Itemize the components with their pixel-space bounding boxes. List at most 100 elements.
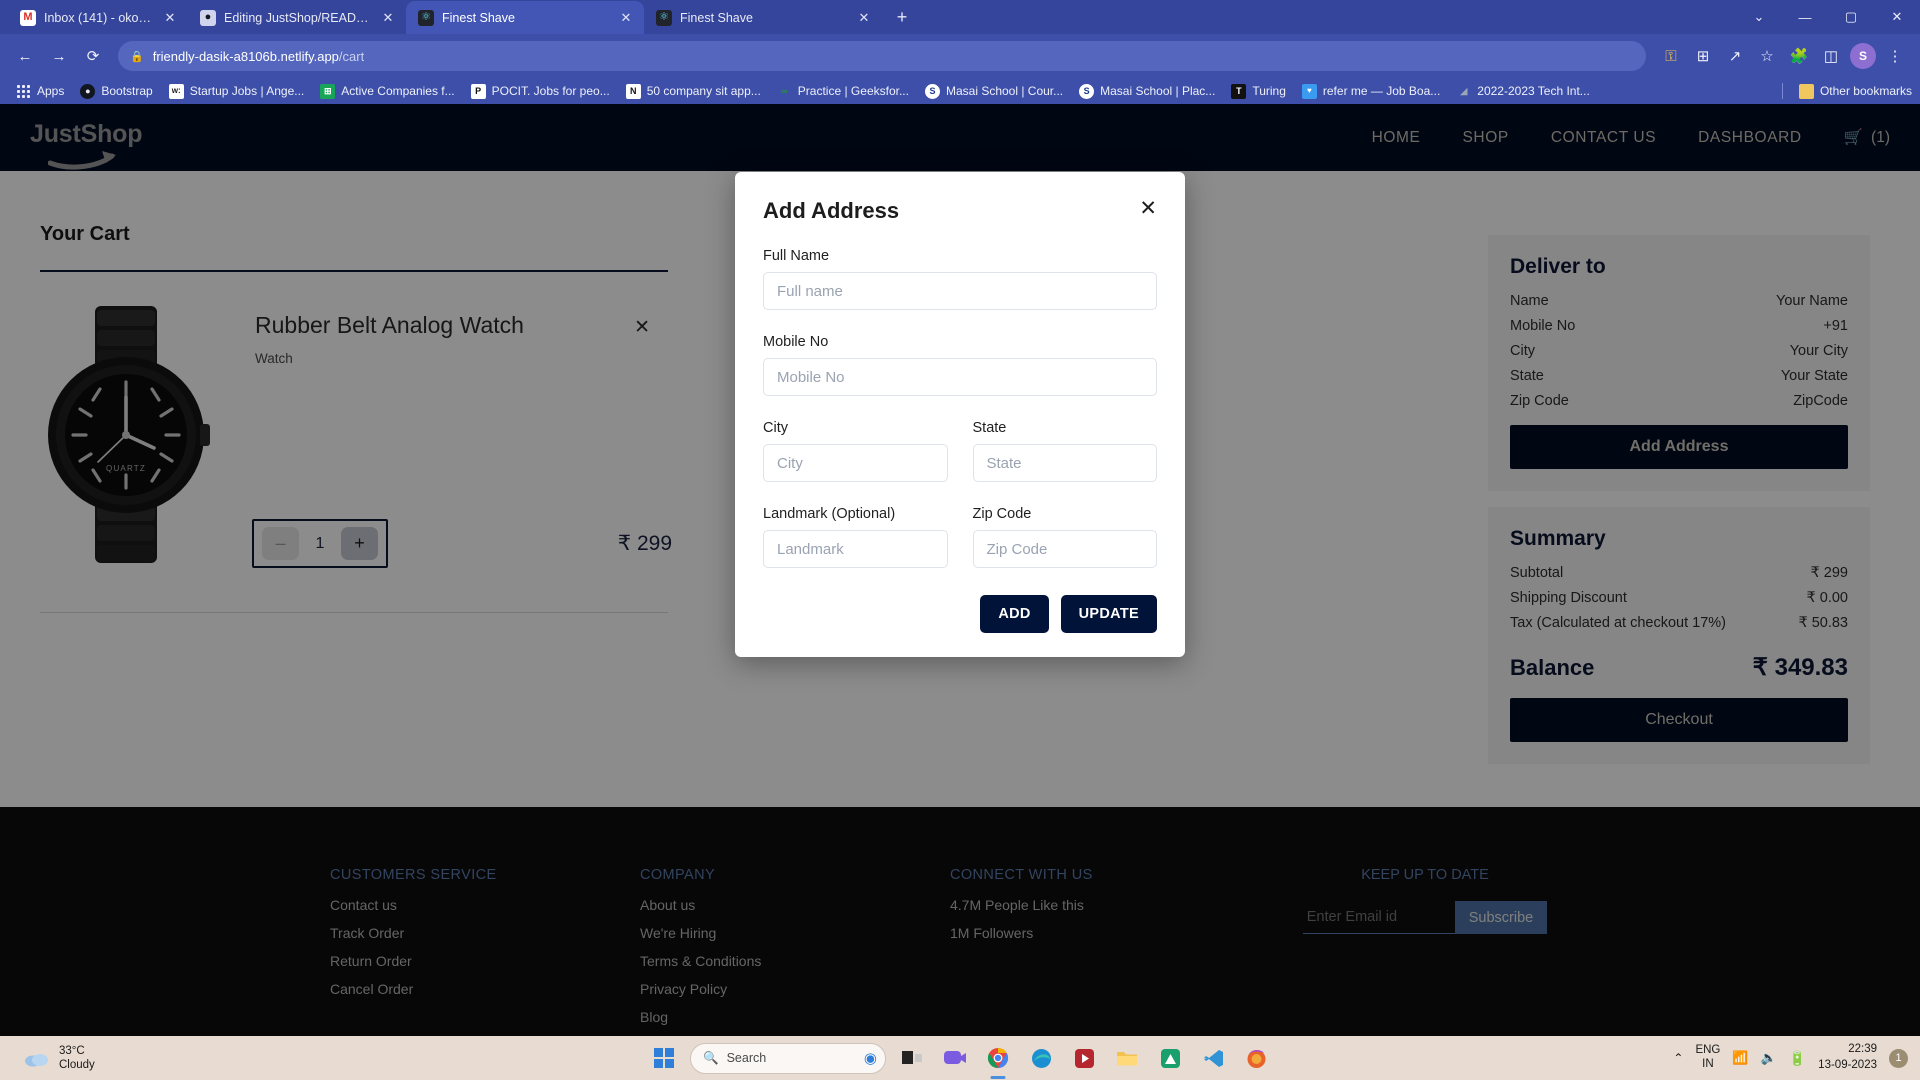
- cloud-icon: [25, 1054, 48, 1067]
- system-tray: ⌃ ENG IN 📶 🔈 🔋 22:39 13-09-2023 1: [1673, 1042, 1908, 1073]
- address-bar[interactable]: 🔒 friendly-dasik-a8106b.netlify.app/cart: [118, 41, 1646, 71]
- sheets-icon: ⊞: [320, 83, 336, 99]
- volume-icon[interactable]: 🔈: [1761, 1050, 1777, 1066]
- url-host: friendly-dasik-a8106b.netlify.app: [152, 48, 339, 64]
- window-controls: ⌄ — ▢ ✕: [1736, 0, 1920, 34]
- bookmark-startup-jobs[interactable]: w: Startup Jobs | Ange...: [161, 80, 313, 102]
- close-icon[interactable]: ✕: [618, 10, 634, 26]
- bookmark-50-company[interactable]: N 50 company sit app...: [618, 80, 769, 102]
- browser-tab-1[interactable]: M Inbox (141) - okosama06@gmail. ✕: [8, 1, 188, 34]
- apps-grid-icon: [16, 84, 31, 99]
- bookmark-label: Turing: [1252, 84, 1286, 98]
- browser-tab-3[interactable]: ⚛ Finest Shave ✕: [406, 1, 644, 34]
- lock-icon: 🔒: [130, 50, 144, 63]
- new-tab-button[interactable]: +: [888, 3, 916, 31]
- toolbar-actions: ⚿ ⊞ ↗ ☆ 🧩 ◫ S ⋮: [1656, 41, 1910, 71]
- add-button[interactable]: ADD: [980, 595, 1049, 633]
- back-icon[interactable]: ←: [10, 41, 40, 71]
- landmark-field[interactable]: [763, 530, 948, 568]
- share-icon[interactable]: ↗: [1720, 41, 1750, 71]
- other-bookmarks-button[interactable]: Other bookmarks: [1791, 80, 1912, 102]
- taskbar-weather-widget[interactable]: 33°C Cloudy: [0, 1044, 95, 1073]
- install-icon[interactable]: ⊞: [1688, 41, 1718, 71]
- bookmark-masai-placement[interactable]: S Masai School | Plac...: [1071, 80, 1223, 102]
- geeksforgeeks-icon: ∞: [781, 85, 788, 96]
- chrome-icon[interactable]: [981, 1041, 1015, 1075]
- city-field[interactable]: [763, 444, 948, 482]
- react-icon: ⚛: [418, 9, 434, 26]
- bookmark-masai-courses[interactable]: S Masai School | Cour...: [917, 80, 1071, 102]
- star-icon[interactable]: ☆: [1752, 41, 1782, 71]
- github-icon: ●: [200, 9, 216, 26]
- xbox-icon[interactable]: [1153, 1041, 1187, 1075]
- bookmark-tech-internships[interactable]: ◢ 2022-2023 Tech Int...: [1448, 80, 1598, 102]
- other-bookmarks-label: Other bookmarks: [1819, 84, 1912, 98]
- bookmark-label: Bootstrap: [101, 84, 153, 98]
- full-name-field[interactable]: [763, 272, 1157, 310]
- browser-tab-2[interactable]: ● Editing JustShop/README.md at ✕: [188, 1, 406, 34]
- windows-start-icon[interactable]: [647, 1041, 681, 1075]
- minimize-button[interactable]: —: [1782, 0, 1828, 34]
- notification-badge[interactable]: 1: [1889, 1048, 1908, 1068]
- landmark-zip-row: Landmark (Optional) Zip Code: [763, 482, 1157, 568]
- modal-actions: ADD UPDATE: [763, 595, 1157, 633]
- bookmark-apps[interactable]: Apps: [8, 80, 72, 102]
- close-icon[interactable]: ✕: [856, 10, 872, 26]
- mobile-no-field[interactable]: [763, 358, 1157, 396]
- vscode-icon[interactable]: [1196, 1041, 1230, 1075]
- battery-icon[interactable]: 🔋: [1789, 1050, 1806, 1067]
- bookmark-geeksforgeeks[interactable]: ∞ Practice | Geeksfor...: [769, 80, 917, 102]
- taskbar-center: 🔍 Search ◉: [647, 1041, 1273, 1075]
- task-view-icon[interactable]: [895, 1041, 929, 1075]
- bookmark-label: Startup Jobs | Ange...: [189, 84, 305, 98]
- bookmark-pocit[interactable]: P POCIT. Jobs for peo...: [463, 80, 618, 102]
- avatar: S: [1850, 43, 1876, 69]
- wifi-icon[interactable]: 📶: [1732, 1050, 1748, 1066]
- chevron-up-icon[interactable]: ⌃: [1673, 1051, 1683, 1065]
- divider: [1781, 83, 1783, 99]
- bookmark-refer-me[interactable]: ♥ refer me — Job Boa...: [1294, 80, 1448, 102]
- windows-taskbar: 33°C Cloudy 🔍 Search ◉ ⌃ ENG IN 📶 🔈 🔋 22…: [0, 1036, 1920, 1080]
- close-icon[interactable]: ✕: [162, 10, 178, 26]
- reload-icon[interactable]: ⟳: [78, 41, 108, 71]
- profile-avatar[interactable]: S: [1848, 41, 1878, 71]
- city-state-row: City State: [763, 396, 1157, 482]
- browser-tab-title: Finest Shave: [680, 10, 753, 25]
- maximize-button[interactable]: ▢: [1828, 0, 1874, 34]
- zip-code-field[interactable]: [972, 530, 1157, 568]
- bookmark-active-companies[interactable]: ⊞ Active Companies f...: [312, 80, 462, 102]
- chevron-down-icon[interactable]: ⌄: [1736, 0, 1782, 34]
- firefox-icon[interactable]: [1239, 1041, 1273, 1075]
- language-line-2: IN: [1702, 1058, 1714, 1070]
- notion-icon: N: [625, 83, 641, 99]
- side-panel-icon[interactable]: ◫: [1816, 41, 1846, 71]
- browser-toolbar: ← → ⟳ 🔒 friendly-dasik-a8106b.netlify.ap…: [0, 34, 1920, 78]
- full-name-label: Full Name: [763, 248, 830, 264]
- taskbar-search-box[interactable]: 🔍 Search ◉: [690, 1042, 886, 1074]
- edge-icon[interactable]: [1024, 1041, 1058, 1075]
- close-icon[interactable]: ✕: [1139, 198, 1157, 219]
- weather-text: 33°C Cloudy: [59, 1044, 95, 1073]
- update-button[interactable]: UPDATE: [1060, 595, 1157, 633]
- key-icon[interactable]: ⚿: [1656, 41, 1686, 71]
- bookmark-bootstrap[interactable]: ● Bootstrap: [72, 80, 160, 102]
- close-window-button[interactable]: ✕: [1874, 0, 1920, 34]
- state-field[interactable]: [972, 444, 1157, 482]
- folder-icon: [1798, 83, 1814, 99]
- other-bookmarks-area: Other bookmarks: [1781, 80, 1912, 102]
- forward-icon[interactable]: →: [44, 41, 74, 71]
- language-indicator[interactable]: ENG IN: [1695, 1044, 1720, 1072]
- media-icon[interactable]: [1067, 1041, 1101, 1075]
- search-placeholder: Search: [726, 1051, 767, 1065]
- copilot-icon[interactable]: ◉: [864, 1049, 877, 1067]
- clock[interactable]: 22:39 13-09-2023: [1818, 1042, 1877, 1073]
- browser-tab-4[interactable]: ⚛ Finest Shave ✕: [644, 1, 882, 34]
- language-line-1: ENG: [1695, 1044, 1721, 1057]
- close-icon[interactable]: ✕: [380, 10, 396, 26]
- file-explorer-icon[interactable]: [1110, 1041, 1144, 1075]
- puzzle-icon[interactable]: 🧩: [1784, 41, 1814, 71]
- kebab-menu-icon[interactable]: ⋮: [1880, 41, 1910, 71]
- teams-icon[interactable]: [938, 1041, 972, 1075]
- gmail-icon: M: [20, 9, 36, 26]
- bookmark-turing[interactable]: T Turing: [1223, 80, 1294, 102]
